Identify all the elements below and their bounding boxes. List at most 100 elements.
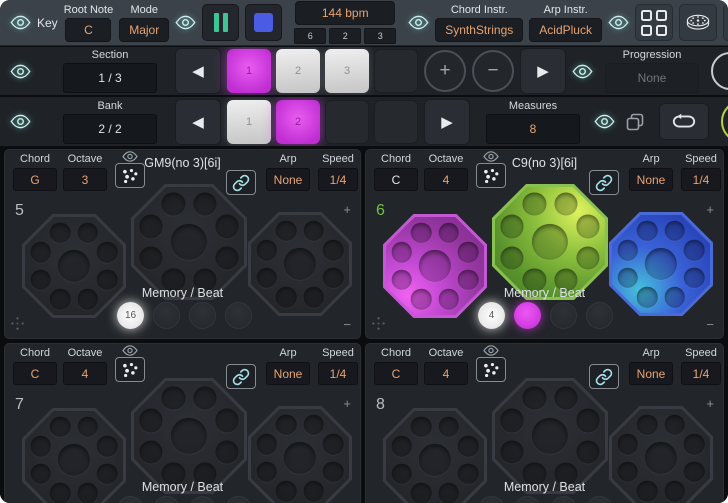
pause-button[interactable] [202, 4, 239, 41]
pad-note-dot[interactable] [78, 483, 99, 503]
pad-note-dot[interactable] [665, 220, 686, 241]
eye-icon[interactable] [10, 64, 31, 79]
pad-center-note[interactable] [171, 224, 207, 260]
speed-value[interactable]: 1/4 [681, 168, 721, 191]
pad-note-dot[interactable] [684, 240, 705, 261]
pad-center-note[interactable] [58, 444, 90, 476]
next-arrow-icon[interactable]: ▶ [424, 99, 470, 145]
prev-arrow-icon[interactable]: ◀ [175, 48, 221, 94]
pad-note-dot[interactable] [411, 416, 432, 437]
pad-center-note[interactable] [284, 442, 316, 474]
link-icon[interactable] [589, 364, 619, 389]
pad-note-dot[interactable] [215, 215, 238, 238]
zoom-in-control[interactable]: + [706, 202, 714, 217]
octave-value[interactable]: 4 [424, 362, 468, 385]
pad-note-dot[interactable] [50, 289, 71, 310]
pad-note-dot[interactable] [276, 414, 297, 435]
remove-section-button[interactable]: − [472, 50, 514, 92]
pad-center-note[interactable] [645, 248, 677, 280]
memory-slot[interactable] [550, 302, 577, 329]
pad-note-dot[interactable] [78, 289, 99, 310]
arp-value[interactable]: None [266, 168, 310, 191]
pad-center-note[interactable] [58, 250, 90, 282]
chord-instr-value[interactable]: SynthStrings [435, 18, 523, 42]
pad-note-dot[interactable] [439, 289, 460, 310]
pad-center-note[interactable] [419, 444, 451, 476]
link-icon[interactable] [226, 364, 256, 389]
move-handle-icon[interactable] [372, 317, 385, 330]
subdivision-button[interactable]: 3 [364, 28, 396, 44]
pad-note-dot[interactable] [391, 464, 412, 485]
eye-icon[interactable] [572, 64, 593, 79]
chord-pad-octagon[interactable] [248, 212, 352, 316]
chord-value[interactable]: C [374, 362, 418, 385]
section-value[interactable]: 1 / 3 [63, 63, 157, 93]
pad-note-dot[interactable] [140, 409, 163, 432]
subdivision-button[interactable]: 2 [329, 28, 361, 44]
pad-note-dot[interactable] [617, 462, 638, 483]
pad-note-dot[interactable] [576, 440, 599, 463]
pad-note-dot[interactable] [665, 287, 686, 308]
pad-note-dot[interactable] [391, 436, 412, 457]
octave-value[interactable]: 3 [63, 168, 107, 191]
pad-note-dot[interactable] [78, 416, 99, 437]
pad-note-dot[interactable] [30, 270, 51, 291]
pad-note-dot[interactable] [97, 436, 118, 457]
chord-pad-octagon[interactable] [609, 406, 713, 503]
pad-note-dot[interactable] [411, 222, 432, 243]
chord-value[interactable]: C [374, 168, 418, 191]
speed-value[interactable]: 1/4 [318, 168, 358, 191]
octave-value[interactable]: 4 [424, 168, 468, 191]
pad-note-dot[interactable] [323, 240, 344, 261]
chord-value[interactable]: C [13, 362, 57, 385]
pad-note-dot[interactable] [617, 240, 638, 261]
chord-pad-octagon[interactable] [383, 214, 487, 318]
grid-pad-1[interactable]: 1 [227, 100, 271, 144]
pad-note-dot[interactable] [97, 270, 118, 291]
pad-note-dot[interactable] [215, 440, 238, 463]
memory-slot[interactable] [586, 302, 613, 329]
memory-slot[interactable]: 4 [478, 302, 505, 329]
chord-pad-octagon[interactable] [492, 184, 608, 300]
pad-note-dot[interactable] [458, 464, 479, 485]
pad-note-dot[interactable] [323, 434, 344, 455]
chord-pad-octagon[interactable] [383, 408, 487, 503]
pad-center-note[interactable] [171, 418, 207, 454]
chord-pad-octagon[interactable] [131, 378, 247, 494]
speed-value[interactable]: 1/4 [681, 362, 721, 385]
memory-slot[interactable] [514, 302, 541, 329]
pads-view-button[interactable] [635, 4, 673, 41]
pad-note-dot[interactable] [684, 462, 705, 483]
pad-note-dot[interactable] [276, 481, 297, 502]
eye-icon[interactable] [10, 15, 31, 30]
pad-note-dot[interactable] [97, 242, 118, 263]
handpan-view-button[interactable] [679, 4, 717, 41]
chord-value[interactable]: G [13, 168, 57, 191]
pad-center-note[interactable] [532, 224, 568, 260]
memory-slot[interactable]: 16 [117, 302, 144, 329]
pad-note-dot[interactable] [78, 222, 99, 243]
memory-slot[interactable] [225, 496, 252, 503]
pad-note-dot[interactable] [215, 246, 238, 269]
pad-note-dot[interactable] [617, 268, 638, 289]
pad-note-dot[interactable] [501, 409, 524, 432]
pad-note-dot[interactable] [684, 434, 705, 455]
pad-note-dot[interactable] [256, 240, 277, 261]
grid-pad-blank[interactable] [374, 100, 418, 144]
pad-center-note[interactable] [284, 248, 316, 280]
zoom-in-control[interactable]: + [343, 396, 351, 411]
link-icon[interactable] [226, 170, 256, 195]
grid-pad-2[interactable]: 2 [276, 100, 320, 144]
pad-note-dot[interactable] [576, 246, 599, 269]
pad-note-dot[interactable] [665, 414, 686, 435]
pad-note-dot[interactable] [97, 464, 118, 485]
voicing-dots-icon[interactable] [476, 357, 506, 382]
arp-value[interactable]: None [266, 362, 310, 385]
pad-note-dot[interactable] [637, 220, 658, 241]
pad-note-dot[interactable] [276, 287, 297, 308]
pad-note-dot[interactable] [411, 483, 432, 503]
zoom-out-control[interactable]: − [343, 317, 351, 332]
pad-center-note[interactable] [645, 442, 677, 474]
zoom-in-control[interactable]: + [343, 202, 351, 217]
pad-note-dot[interactable] [439, 483, 460, 503]
